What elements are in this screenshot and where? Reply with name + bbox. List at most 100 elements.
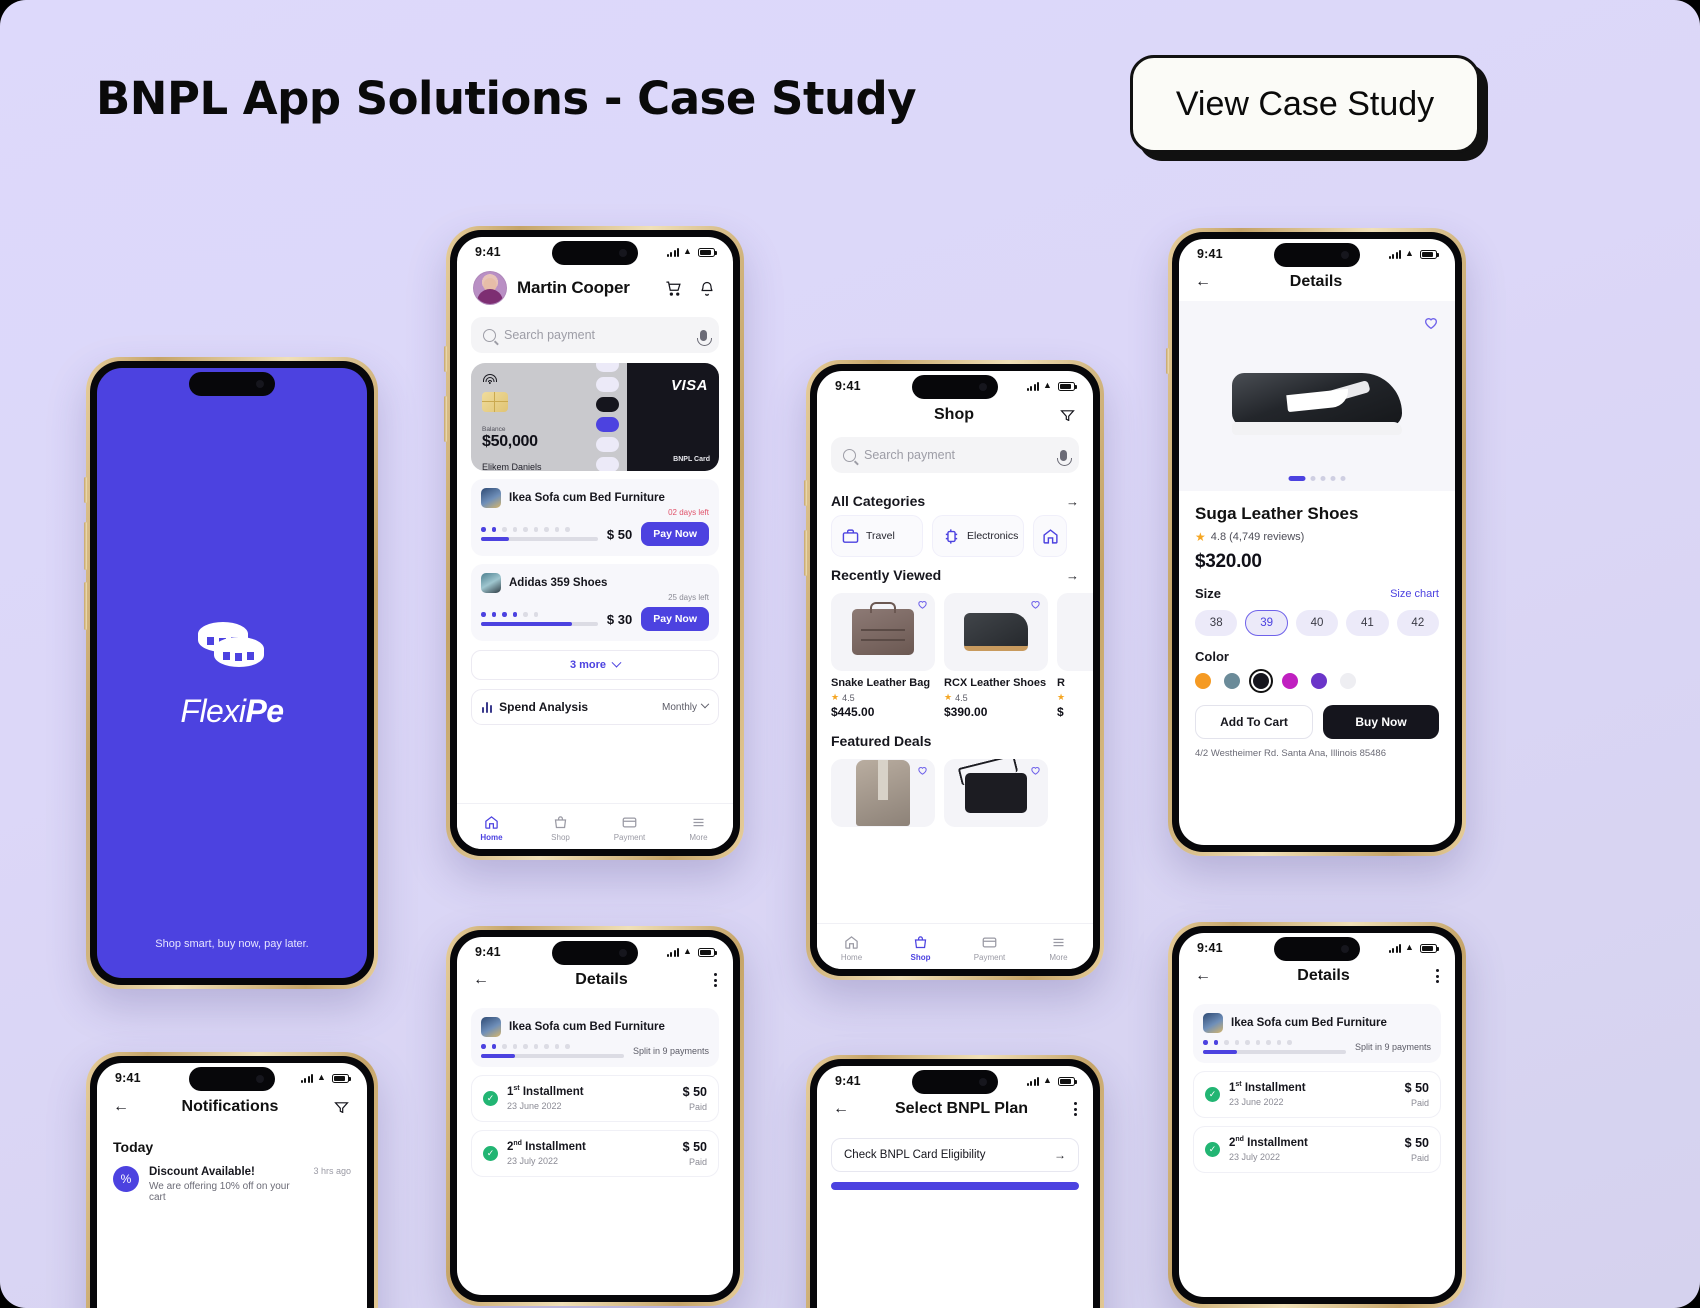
spend-analysis-card[interactable]: Spend Analysis Monthly bbox=[471, 689, 719, 725]
color-option-white[interactable] bbox=[1340, 673, 1356, 689]
payment-icon bbox=[622, 817, 637, 827]
notifications-appbar: ← Notifications bbox=[97, 1093, 367, 1127]
back-button[interactable]: ← bbox=[1195, 968, 1211, 984]
filter-icon[interactable] bbox=[331, 1097, 351, 1117]
size-option-selected[interactable]: 39 bbox=[1245, 610, 1288, 636]
rating-value: 4.5 bbox=[842, 692, 855, 703]
installment-dots bbox=[481, 612, 598, 617]
avatar[interactable] bbox=[473, 271, 507, 305]
buy-now-button[interactable]: Buy Now bbox=[1323, 705, 1439, 739]
search-input[interactable]: Search payment bbox=[504, 328, 692, 342]
arrow-right-icon[interactable]: → bbox=[1066, 568, 1079, 583]
product-card[interactable]: Snake Leather Bag ★ 4.5 $445.00 bbox=[831, 593, 935, 719]
pay-now-button[interactable]: Pay Now bbox=[641, 522, 709, 546]
dynamic-island bbox=[1274, 243, 1360, 267]
show-more-button[interactable]: 3 more bbox=[471, 650, 719, 680]
product-card[interactable]: RCX Leather Shoes ★ 4.5 $390.00 bbox=[944, 593, 1048, 719]
color-option-orange[interactable] bbox=[1195, 673, 1211, 689]
dynamic-island bbox=[912, 1070, 998, 1094]
category-travel[interactable]: Travel bbox=[831, 515, 923, 557]
bell-icon[interactable] bbox=[697, 278, 717, 298]
installment-row[interactable]: ✓ 1st Installment 23 June 2022 $ 50 Paid bbox=[1193, 1070, 1441, 1118]
installment-row[interactable]: ✓ 2nd Installment 23 July 2022 $ 50 Paid bbox=[471, 1129, 719, 1177]
back-button[interactable]: ← bbox=[1195, 274, 1211, 290]
back-button[interactable]: ← bbox=[833, 1101, 849, 1117]
nav-item-payment[interactable]: Payment bbox=[595, 815, 664, 842]
color-option-purple[interactable] bbox=[1311, 673, 1327, 689]
category-electronics[interactable]: Electronics bbox=[932, 515, 1024, 557]
payment-row[interactable]: Ikea Sofa cum Bed Furniture 02 days left… bbox=[471, 479, 719, 556]
pay-now-button[interactable]: Pay Now bbox=[641, 607, 709, 631]
heart-icon[interactable] bbox=[917, 765, 928, 776]
nav-item-shop[interactable]: Shop bbox=[526, 815, 595, 842]
nav-item-payment[interactable]: Payment bbox=[955, 935, 1024, 962]
installment-amount: $ 50 bbox=[1404, 1135, 1429, 1150]
credit-card[interactable]: Balance $50,000 Elikem Daniels VISA BNPL… bbox=[471, 363, 719, 471]
nav-item-home[interactable]: Home bbox=[457, 815, 526, 842]
phone-bnpl-plan: 9:41 ← Select BNPL Plan Check BNPL Card … bbox=[806, 1055, 1104, 1308]
size-option[interactable]: 42 bbox=[1396, 610, 1440, 636]
card-tag: BNPL Card bbox=[673, 456, 710, 463]
back-button[interactable]: ← bbox=[473, 972, 489, 988]
product-card[interactable] bbox=[831, 759, 935, 827]
heart-icon[interactable] bbox=[1030, 599, 1041, 610]
product-image bbox=[831, 759, 935, 827]
notification-item[interactable]: % Discount Available! We are offering 10… bbox=[97, 1155, 367, 1203]
search-bar[interactable]: Search payment bbox=[831, 437, 1079, 473]
home-appbar: Martin Cooper bbox=[457, 267, 733, 315]
search-bar[interactable]: Search payment bbox=[471, 317, 719, 353]
nav-item-home[interactable]: Home bbox=[817, 935, 886, 962]
installment-name: 2nd Installment bbox=[507, 1140, 586, 1153]
size-option[interactable]: 38 bbox=[1195, 610, 1238, 636]
more-options-icon[interactable] bbox=[714, 973, 717, 987]
battery-icon bbox=[332, 1073, 351, 1083]
color-option-magenta[interactable] bbox=[1282, 673, 1298, 689]
signal-icon bbox=[1026, 1076, 1039, 1086]
check-eligibility-button[interactable]: Check BNPL Card Eligibility → bbox=[831, 1138, 1079, 1172]
back-button[interactable]: ← bbox=[113, 1099, 129, 1115]
phone-home: 9:41 Martin Cooper bbox=[444, 226, 744, 860]
size-label: Size bbox=[1195, 586, 1222, 601]
nav-item-shop[interactable]: Shop bbox=[886, 935, 955, 962]
add-to-cart-button[interactable]: Add To Cart bbox=[1195, 705, 1313, 739]
nav-item-more[interactable]: More bbox=[1024, 935, 1093, 962]
installment-dots bbox=[481, 527, 598, 532]
installment-row[interactable]: ✓ 2nd Installment 23 July 2022 $ 50 Paid bbox=[1193, 1125, 1441, 1173]
payment-row[interactable]: Adidas 359 Shoes 25 days left $ 30 Pay N… bbox=[471, 564, 719, 641]
show-more-label: 3 more bbox=[569, 659, 607, 671]
microphone-icon[interactable] bbox=[697, 329, 712, 346]
filter-icon[interactable] bbox=[1057, 405, 1077, 425]
nav-label: Payment bbox=[973, 952, 1006, 962]
size-option[interactable]: 41 bbox=[1346, 610, 1389, 636]
gallery-pager[interactable] bbox=[1288, 476, 1346, 481]
microphone-icon[interactable] bbox=[1057, 449, 1072, 466]
spend-period-select[interactable]: Monthly bbox=[662, 699, 710, 713]
battery-icon bbox=[698, 947, 717, 957]
cart-icon[interactable] bbox=[663, 278, 683, 298]
nav-item-more[interactable]: More bbox=[664, 815, 733, 842]
more-icon bbox=[693, 818, 704, 826]
installment-status: Paid bbox=[1410, 1152, 1429, 1163]
more-options-icon[interactable] bbox=[1436, 969, 1439, 983]
status-bar: 9:41 bbox=[457, 237, 733, 267]
product-card[interactable] bbox=[944, 759, 1048, 827]
color-option-slate[interactable] bbox=[1224, 673, 1240, 689]
heart-icon[interactable] bbox=[917, 599, 928, 610]
product-hero-image bbox=[1232, 357, 1402, 435]
arrow-right-icon[interactable]: → bbox=[1066, 494, 1079, 509]
search-input[interactable]: Search payment bbox=[864, 448, 1052, 462]
rating-value: 4.5 bbox=[955, 692, 968, 703]
color-option-black-selected[interactable] bbox=[1248, 668, 1274, 694]
heart-icon[interactable] bbox=[1423, 315, 1439, 331]
category-home[interactable] bbox=[1033, 515, 1067, 557]
installment-amount: $ 50 bbox=[682, 1139, 707, 1154]
view-case-study-button[interactable]: View Case Study bbox=[1130, 55, 1480, 153]
product-card[interactable]: R ★ $ bbox=[1057, 593, 1093, 719]
details-product-card: Ikea Sofa cum Bed Furniture Split in 9 p… bbox=[471, 1008, 719, 1067]
installment-row[interactable]: ✓ 1st Installment 23 June 2022 $ 50 Paid bbox=[471, 1074, 719, 1122]
size-option[interactable]: 40 bbox=[1295, 610, 1339, 636]
heart-icon[interactable] bbox=[1030, 765, 1041, 776]
wifi-icon bbox=[1405, 248, 1416, 259]
more-options-icon[interactable] bbox=[1074, 1102, 1077, 1116]
size-chart-link[interactable]: Size chart bbox=[1390, 588, 1439, 600]
